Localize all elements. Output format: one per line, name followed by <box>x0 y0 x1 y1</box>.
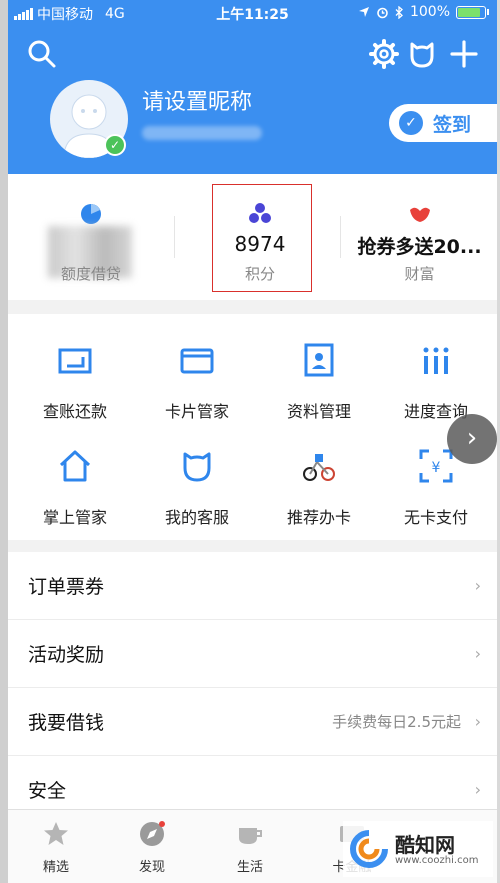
menu-list: 订单票券 › 活动奖励 › 我要借钱 手续费每日2.5元起 › 安全 › <box>8 552 497 824</box>
profile-icon <box>304 343 334 377</box>
list-item-hint: 手续费每日2.5元起 <box>332 713 461 731</box>
tab-label: 精选 <box>42 860 69 875</box>
coozhi-watermark: 酷知网 www.coozhi.com <box>343 821 493 877</box>
star-icon <box>44 822 68 845</box>
phone-screen: 中国移动 4G 上午11:25 100% ✓ 请设置昵称 ✓ 签到 额度借贷 8… <box>8 0 497 883</box>
bottom-tab-bar: 精选 发现 生活 卡金融 酷知网 www.coozhi.com <box>8 809 497 883</box>
stats-divider <box>340 216 341 258</box>
tab-label: 生活 <box>236 860 263 875</box>
wealth-icon <box>409 207 430 222</box>
svg-text:¥: ¥ <box>432 460 441 476</box>
next-page-button[interactable]: › <box>447 414 497 464</box>
stat-credit[interactable]: 额度借贷 <box>8 174 174 300</box>
grid-item-label: 推荐办卡 <box>286 508 351 527</box>
battery-icon <box>456 5 486 19</box>
grid-item-service[interactable]: 我的客服 <box>136 426 258 527</box>
check-icon: ✓ <box>399 111 423 135</box>
chevron-right-icon: › <box>466 423 478 453</box>
list-item-title: 活动奖励 <box>28 644 105 666</box>
home-icon <box>59 450 91 482</box>
chevron-right-icon: › <box>474 712 481 731</box>
cup-icon <box>239 828 262 844</box>
gear-icon[interactable] <box>368 38 400 70</box>
nickname[interactable]: 请设置昵称 <box>142 84 252 116</box>
chevron-right-icon: › <box>474 780 481 799</box>
mascot-icon[interactable] <box>406 38 438 70</box>
add-icon[interactable] <box>448 38 480 70</box>
grid-item-card[interactable]: 卡片管家 <box>136 320 258 421</box>
stats-divider <box>174 216 175 258</box>
chevron-right-icon: › <box>474 576 481 595</box>
battery-nub <box>487 9 489 15</box>
grid-item-progress[interactable]: 进度查询 <box>375 320 497 421</box>
location-icon <box>358 7 369 17</box>
tab-life[interactable]: 生活 <box>202 810 298 883</box>
grid-item-home[interactable]: 掌上管家 <box>14 426 136 527</box>
search-icon[interactable] <box>26 38 58 70</box>
stat-wealth-value: 抢券多送20... <box>357 236 482 258</box>
progress-icon <box>423 347 449 374</box>
grid-item-label: 资料管理 <box>286 402 351 421</box>
battery-percent: 100% <box>409 4 450 20</box>
blurred-account-info <box>142 126 262 140</box>
watermark-title: 酷知网 <box>395 833 455 857</box>
coozhi-logo-icon <box>350 830 388 868</box>
checkin-label: 签到 <box>433 113 472 136</box>
tab-featured[interactable]: 精选 <box>8 810 104 883</box>
credit-pie-icon <box>81 204 101 224</box>
stat-wealth-label: 财富 <box>404 265 435 283</box>
recommend-icon <box>303 454 335 481</box>
service-icon <box>183 452 211 482</box>
stats-panel: 额度借贷 8974 积分 抢券多送20... 财富 <box>8 174 497 300</box>
bill-icon <box>58 348 92 374</box>
checkin-button[interactable]: ✓ 签到 <box>389 104 497 142</box>
card-icon <box>180 348 214 374</box>
grid-item-profile[interactable]: 资料管理 <box>258 320 380 421</box>
stat-wealth[interactable]: 抢券多送20... 财富 <box>342 174 497 300</box>
grid-item-bill[interactable]: 查账还款 <box>14 320 136 421</box>
list-item-orders[interactable]: 订单票券 › <box>8 552 497 620</box>
bluetooth-icon <box>395 5 403 19</box>
left-edge <box>0 0 8 883</box>
status-bar: 中国移动 4G 上午11:25 100% <box>8 0 497 26</box>
grid-item-label: 掌上管家 <box>42 508 107 527</box>
list-item-title: 订单票券 <box>28 576 105 598</box>
compass-icon <box>140 821 165 846</box>
list-item-borrow[interactable]: 我要借钱 手续费每日2.5元起 › <box>8 688 497 756</box>
grid-item-label: 无卡支付 <box>403 508 468 527</box>
tab-discover[interactable]: 发现 <box>104 810 200 883</box>
function-grid: 查账还款 卡片管家 资料管理 进度查询 掌上管家 我的客服 推荐办卡 ¥ 无卡支 <box>8 314 497 540</box>
verified-badge-icon: ✓ <box>104 134 126 156</box>
grid-item-label: 我的客服 <box>164 508 229 527</box>
watermark-url: www.coozhi.com <box>395 855 479 866</box>
tab-label: 发现 <box>138 860 165 875</box>
points-highlight-box <box>212 184 312 292</box>
list-item-rewards[interactable]: 活动奖励 › <box>8 620 497 688</box>
chevron-right-icon: › <box>474 644 481 663</box>
grid-item-label: 卡片管家 <box>164 402 229 421</box>
grid-item-label: 查账还款 <box>42 402 107 421</box>
list-item-title: 我要借钱 <box>28 712 105 734</box>
status-right: 100% <box>358 4 489 20</box>
grid-item-recommend[interactable]: 推荐办卡 <box>258 426 380 527</box>
profile-header: ✓ 请设置昵称 ✓ 签到 <box>8 26 497 174</box>
stat-credit-label: 额度借贷 <box>60 265 121 283</box>
scan-pay-icon: ¥ <box>419 449 453 483</box>
alarm-icon <box>377 7 388 18</box>
list-item-title: 安全 <box>28 780 67 802</box>
